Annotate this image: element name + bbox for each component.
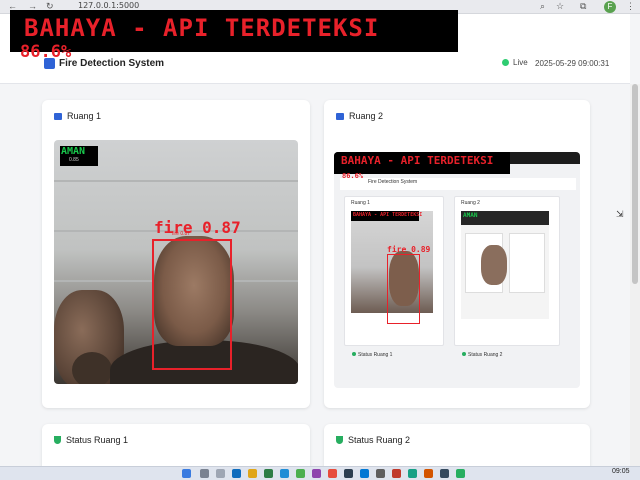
- safe-badge: AMAN 0.85: [60, 146, 98, 166]
- address-bar[interactable]: 127.0.0.1:5000: [78, 1, 139, 10]
- feed-status-ruang-2: Status Ruang 2: [462, 352, 502, 358]
- app-taskbar-icon[interactable]: [408, 469, 417, 478]
- feed-inner-panel: [509, 233, 545, 293]
- feed-status-ruang-1: Status Ruang 1: [352, 352, 392, 358]
- menu-icon[interactable]: ⋮: [626, 1, 635, 12]
- app-taskbar-icon[interactable]: [328, 469, 337, 478]
- datetime: 2025-05-29 09:00:31: [535, 59, 610, 68]
- feed-alert-banner: BAHAYA - API TERDETEKSI: [351, 211, 423, 221]
- app-taskbar-icon[interactable]: [440, 469, 449, 478]
- shield-icon: [336, 436, 343, 444]
- feed-alert-text: BAHAYA - API TERDETEKSI: [353, 212, 423, 218]
- detection-label: fire 0.89: [387, 245, 431, 254]
- card-title-label: Ruang 2: [349, 111, 384, 121]
- card-title: Status Ruang 1: [54, 435, 128, 445]
- feed-screen-title: Fire Detection System: [368, 179, 418, 185]
- edge-icon[interactable]: [232, 469, 241, 478]
- mouse-cursor-icon: ⇲: [616, 209, 624, 219]
- card-title: Ruang 2: [336, 111, 383, 121]
- app-taskbar-icon[interactable]: [392, 469, 401, 478]
- feed-status-label: Status Ruang 2: [468, 352, 503, 358]
- detection-box: [152, 239, 232, 370]
- card-title: Ruang 1: [54, 111, 101, 121]
- status-dot-icon: [352, 352, 356, 356]
- app-taskbar-icon[interactable]: [264, 469, 273, 478]
- feed-alert-percent: 86.6%: [342, 172, 364, 180]
- shield-icon: [54, 436, 61, 444]
- camera-card-ruang-1: Ruang 1 fire 0.87 fire 0.87 AMAN 0.85: [42, 100, 310, 408]
- feed-screen-topbar: AMAN: [461, 211, 549, 225]
- feed-alert-banner: BAHAYA - API TERDETEKSI: [334, 152, 510, 174]
- camera-icon: [336, 112, 344, 120]
- fire-alert-text: BAHAYA - API TERDETEKSI: [24, 14, 380, 42]
- feed-alert-text: BAHAYA - API TERDETEKSI: [341, 154, 494, 167]
- feed-inner-card-title: Ruang 1: [351, 200, 370, 206]
- search-icon[interactable]: ⌕: [540, 1, 545, 12]
- camera-feed-ruang-2: Fire Detection System BAHAYA - API TERDE…: [334, 152, 580, 388]
- fire-alert-percent: 86.6%: [20, 42, 72, 62]
- extensions-icon[interactable]: ⧉: [580, 1, 586, 12]
- scrollbar-thumb[interactable]: [632, 84, 638, 284]
- page-title: Fire Detection System: [59, 58, 165, 69]
- vscode-icon[interactable]: [360, 469, 369, 478]
- card-title-label: Status Ruang 2: [348, 435, 411, 445]
- detection-box: [387, 254, 420, 324]
- camera-icon: [54, 112, 62, 120]
- app-taskbar-icon[interactable]: [456, 469, 465, 478]
- search-taskbar-icon[interactable]: [200, 469, 209, 478]
- os-taskbar: 09:05: [0, 466, 640, 480]
- file-explorer-icon[interactable]: [248, 469, 257, 478]
- card-title-label: Ruang 1: [67, 111, 102, 121]
- feed-inner-card: Ruang 2 AMAN: [454, 196, 560, 346]
- page-scrollbar[interactable]: [630, 84, 640, 466]
- wall-line: [54, 180, 298, 182]
- feed-inner-card: Ruang 1 fire 0.89 BAHAYA - API TERDETEKS…: [344, 196, 444, 346]
- feed-inner-camera: fire 0.89 BAHAYA - API TERDETEKSI: [351, 211, 433, 324]
- camera-feed-ruang-1: fire 0.87 fire 0.87 AMAN 0.85: [54, 140, 298, 384]
- app-taskbar-icon[interactable]: [376, 469, 385, 478]
- chrome-icon[interactable]: [296, 469, 305, 478]
- fire-alert-banner: BAHAYA - API TERDETEKSI: [10, 10, 458, 52]
- terminal-icon[interactable]: [344, 469, 353, 478]
- status-dot-icon: [502, 59, 509, 66]
- feed-screen-header: Fire Detection System: [340, 178, 576, 190]
- detection-label-small: fire 0.87: [172, 231, 191, 237]
- task-view-icon[interactable]: [216, 469, 225, 478]
- card-title: Status Ruang 2: [336, 435, 410, 445]
- status-label: Live: [513, 58, 528, 67]
- app-taskbar-icon[interactable]: [280, 469, 289, 478]
- start-menu-icon[interactable]: [182, 469, 191, 478]
- feed-inner-card-title: Ruang 2: [461, 200, 480, 206]
- detection-label: fire 0.87: [154, 218, 241, 237]
- profile-avatar[interactable]: F: [604, 1, 616, 13]
- feed-inner-camera: AMAN: [461, 211, 549, 319]
- card-title-label: Status Ruang 1: [66, 435, 129, 445]
- app-taskbar-icon[interactable]: [312, 469, 321, 478]
- app-taskbar-icon[interactable]: [424, 469, 433, 478]
- clock: 09:05: [612, 468, 630, 475]
- person-figure: [72, 352, 112, 384]
- person-figure: [481, 245, 507, 285]
- camera-card-ruang-2: Ruang 2 Fire Detection System BAHAYA - A…: [324, 100, 590, 408]
- feed-status-label: Status Ruang 1: [358, 352, 393, 358]
- live-status: Live: [502, 58, 528, 67]
- safe-label: AMAN: [463, 212, 478, 219]
- safe-score: 0.85: [69, 157, 79, 163]
- status-dot-icon: [462, 352, 466, 356]
- safe-label: AMAN: [61, 146, 86, 157]
- bookmark-star-icon[interactable]: ☆: [556, 1, 564, 12]
